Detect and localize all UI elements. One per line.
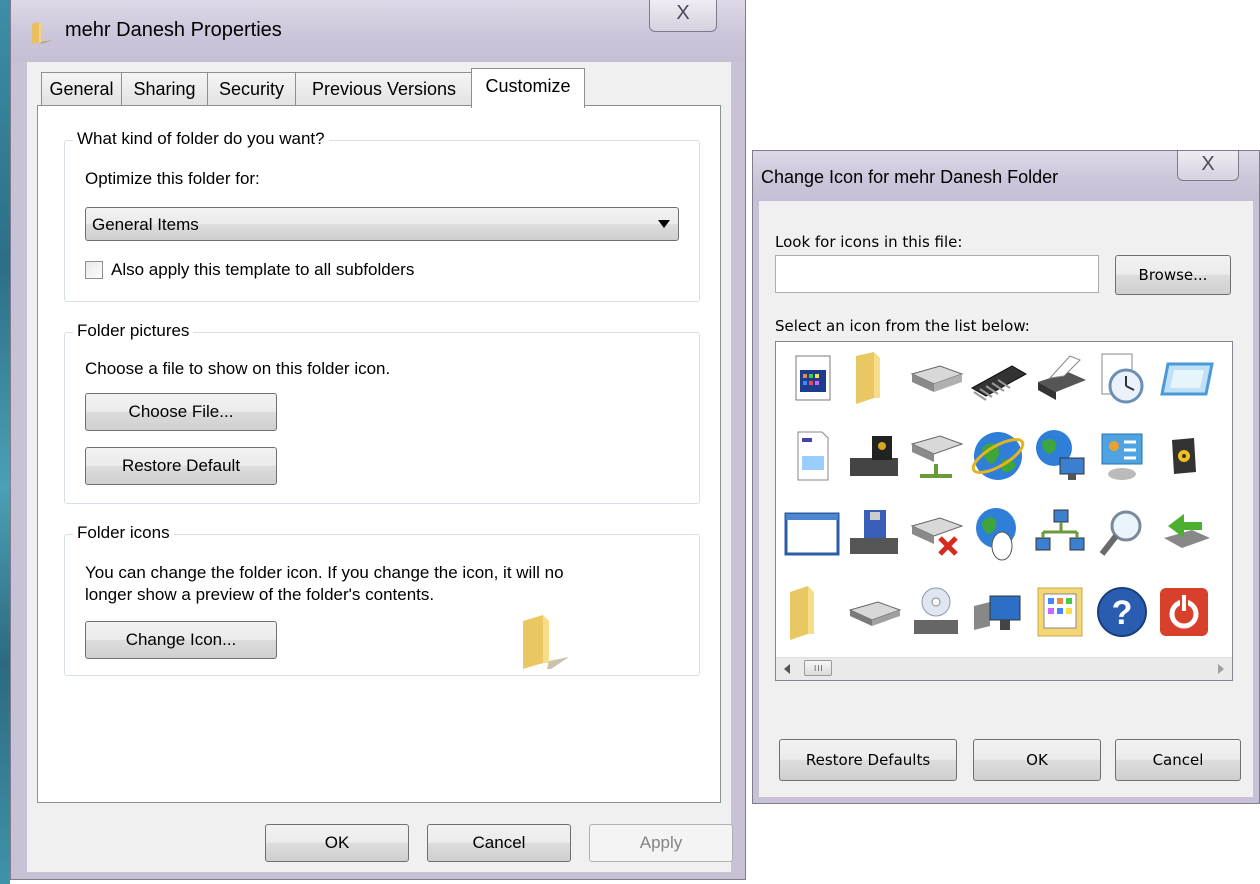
scroll-right-arrow-icon[interactable] <box>1218 664 1224 674</box>
network-drive-icon[interactable] <box>906 426 966 486</box>
properties-client-area: General Sharing Security Previous Versio… <box>27 62 733 872</box>
icon-list[interactable]: ? III <box>775 341 1233 681</box>
clock-icon[interactable] <box>1092 348 1152 408</box>
title-bar[interactable]: Change Icon for mehr Danesh Folder X <box>753 151 1259 201</box>
group-title: Folder pictures <box>73 321 194 341</box>
hard-drive-icon[interactable] <box>844 582 904 642</box>
folder-kind-group: What kind of folder do you want? Optimiz… <box>64 129 700 302</box>
apply-subfolders-checkbox[interactable] <box>85 261 103 279</box>
desktop-background <box>0 0 10 884</box>
change-icon-window: Change Icon for mehr Danesh Folder X Loo… <box>752 150 1260 804</box>
change-icon-button[interactable]: Change Icon... <box>85 621 277 659</box>
restore-default-button[interactable]: Restore Default <box>85 447 277 485</box>
blank-window-icon[interactable] <box>782 504 842 564</box>
close-button[interactable]: X <box>1177 151 1239 181</box>
window-title: Change Icon for mehr Danesh Folder <box>761 167 1059 187</box>
tab-previous-versions[interactable]: Previous Versions <box>295 72 473 105</box>
window-title: mehr Danesh Properties <box>65 19 282 41</box>
locked-drive-icon[interactable] <box>844 426 904 486</box>
control-panel-folder-icon[interactable] <box>1030 582 1090 642</box>
close-icon: X <box>1201 153 1215 175</box>
tab-sharing[interactable]: Sharing <box>121 72 208 105</box>
tab-security[interactable]: Security <box>207 72 296 105</box>
tab-customize[interactable]: Customize <box>471 68 585 108</box>
monitor-frame-icon[interactable] <box>1154 348 1214 408</box>
select-icon-label: Select an icon from the list below: <box>775 317 1030 335</box>
control-panel-icon[interactable] <box>1092 426 1152 486</box>
close-icon: X <box>676 2 690 24</box>
internet-globe-icon[interactable] <box>968 426 1028 486</box>
disconnected-drive-icon[interactable] <box>906 504 966 564</box>
cancel-button[interactable]: Cancel <box>1115 739 1241 781</box>
group-title: Folder icons <box>73 523 174 543</box>
look-for-icons-label: Look for icons in this file: <box>775 233 963 251</box>
cancel-button[interactable]: Cancel <box>427 824 571 862</box>
folder-icon[interactable] <box>844 348 904 408</box>
browse-button[interactable]: Browse... <box>1115 255 1231 295</box>
folder-icons-description-1: You can change the folder icon. If you c… <box>85 563 564 582</box>
cd-speaker-icon[interactable] <box>1154 426 1214 486</box>
floppy-drive-icon[interactable] <box>844 504 904 564</box>
green-arrow-drive-icon[interactable] <box>1154 504 1214 564</box>
removable-drive-icon[interactable] <box>906 348 966 408</box>
horizontal-scrollbar[interactable]: III <box>776 657 1232 680</box>
window-frame <box>11 873 745 879</box>
optimize-dropdown[interactable]: General Items <box>85 207 679 241</box>
scroll-thumb[interactable]: III <box>804 660 832 676</box>
network-globe-icon[interactable] <box>1030 426 1090 486</box>
grip-icon: III <box>814 664 824 673</box>
scroll-left-arrow-icon[interactable] <box>784 664 790 674</box>
printer-icon[interactable] <box>1030 348 1090 408</box>
ok-button[interactable]: OK <box>973 739 1101 781</box>
properties-window: mehr Danesh Properties X General Sharing… <box>10 0 746 880</box>
application-window-icon[interactable] <box>782 348 842 408</box>
ok-button[interactable]: OK <box>265 824 409 862</box>
magnifier-icon[interactable] <box>1092 504 1152 564</box>
apply-button[interactable]: Apply <box>589 824 733 862</box>
dropdown-value: General Items <box>92 215 199 234</box>
close-button[interactable]: X <box>649 0 717 32</box>
folder-icon <box>523 615 569 669</box>
customize-panel: What kind of folder do you want? Optimiz… <box>37 105 721 803</box>
globe-mouse-icon[interactable] <box>968 504 1028 564</box>
folder-pictures-description: Choose a file to show on this folder ico… <box>85 359 391 378</box>
memory-chip-icon[interactable] <box>968 348 1028 408</box>
cd-drive-icon[interactable] <box>906 582 966 642</box>
dropdown-arrow-icon <box>658 220 670 228</box>
restore-defaults-button[interactable]: Restore Defaults <box>779 739 957 781</box>
optimize-label: Optimize this folder for: <box>85 169 260 188</box>
folder-icons-description-2: longer show a preview of the folder's co… <box>85 585 435 604</box>
tab-general[interactable]: General <box>41 72 122 105</box>
icon-file-path-input[interactable] <box>775 255 1099 293</box>
apply-subfolders-label[interactable]: Also apply this template to all subfolde… <box>111 260 414 280</box>
network-computers-icon[interactable] <box>1030 504 1090 564</box>
folder-icon[interactable] <box>782 582 842 642</box>
monitors-icon[interactable] <box>968 582 1028 642</box>
help-icon[interactable]: ? <box>1092 582 1152 642</box>
group-title: What kind of folder do you want? <box>73 129 329 149</box>
folder-icon <box>32 22 53 44</box>
document-icon[interactable] <box>782 426 842 486</box>
title-bar[interactable]: mehr Danesh Properties X <box>11 0 745 62</box>
folder-icons-group: Folder icons You can change the folder i… <box>64 523 700 676</box>
power-icon[interactable] <box>1154 582 1214 642</box>
svg-text:?: ? <box>1112 594 1133 632</box>
choose-file-button[interactable]: Choose File... <box>85 393 277 431</box>
change-icon-client-area: Look for icons in this file: Browse... S… <box>759 201 1253 797</box>
folder-pictures-group: Folder pictures Choose a file to show on… <box>64 321 700 504</box>
